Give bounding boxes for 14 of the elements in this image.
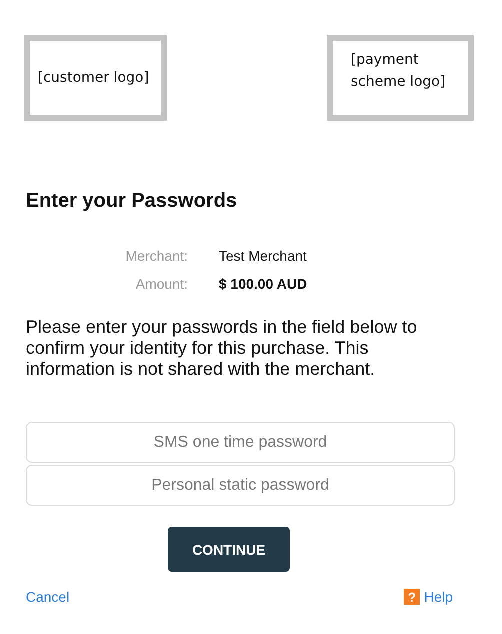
help-icon[interactable]: ?: [404, 589, 420, 605]
password-field[interactable]: SMS one time password: [26, 422, 455, 463]
detail-label: Merchant:: [126, 247, 188, 266]
logo-placeholder-text: [payment scheme logo]: [351, 51, 447, 92]
continue-button[interactable]: CONTINUE: [168, 527, 290, 572]
logo-placeholder-text: [customer logo]: [38, 70, 150, 86]
detail-label: Amount:: [136, 275, 188, 294]
detail-value: $ 100.00 AUD: [219, 275, 308, 294]
password-field[interactable]: Personal static password: [26, 465, 455, 506]
help-link[interactable]: Help: [424, 589, 453, 605]
detail-value: Test Merchant: [219, 247, 307, 266]
instructions-text: Please enter your passwords in the field below to confirm your identity for this purchase. This information is not shared with the merchant.: [26, 317, 418, 380]
cancel-link[interactable]: Cancel: [26, 589, 70, 605]
page-heading: Enter your Passwords: [26, 189, 238, 213]
